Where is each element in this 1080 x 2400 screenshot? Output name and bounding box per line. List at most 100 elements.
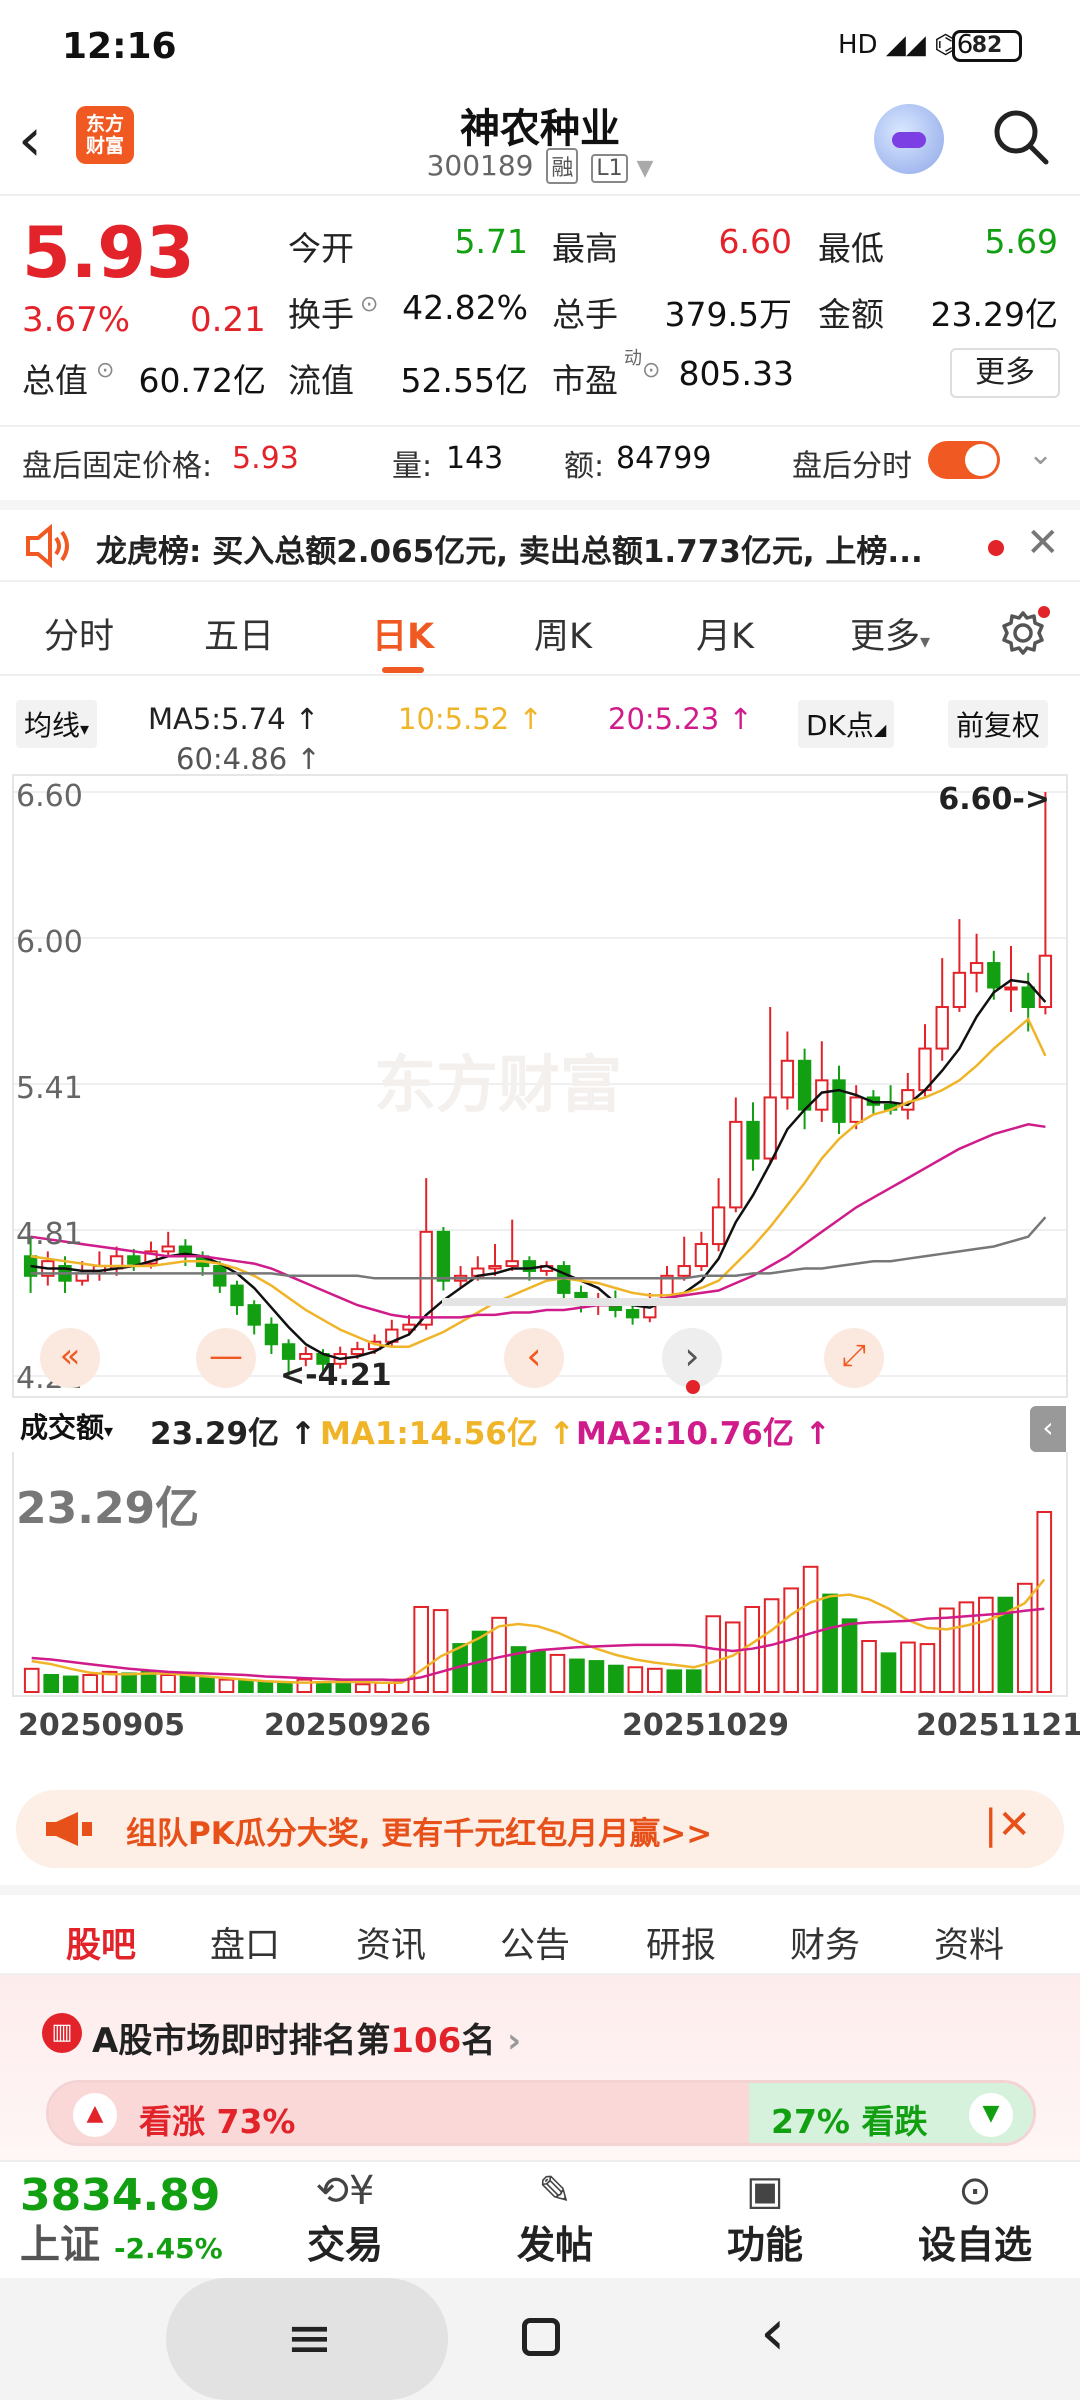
zoom-out-icon[interactable]: — — [196, 1328, 256, 1388]
scroll-left-icon[interactable]: ‹ — [504, 1328, 564, 1388]
high-label: 最高 — [552, 229, 618, 268]
candle-body — [625, 1309, 640, 1319]
dropdown-icon: ▾ — [104, 1421, 114, 1442]
post-button[interactable]: ✎ 发帖 — [480, 2168, 630, 2269]
after-hours-amt-label: 额: — [564, 449, 605, 484]
tab-timeshare[interactable]: 分时 — [44, 608, 114, 659]
tab-order-book[interactable]: 盘口 — [210, 1917, 280, 1968]
indicator-row: 均线▾ MA5:5.74 ↑ 10:5.52 ↑ 20:5.23 ↑ 60:4.… — [0, 690, 1080, 776]
after-hours-price-label: 盘后固定价格: — [22, 449, 213, 484]
tab-monthly-k[interactable]: 月K — [696, 608, 754, 659]
volume-bar — [1016, 1582, 1033, 1693]
volume-ma2: MA2:10.76亿 ↑ — [576, 1416, 831, 1452]
volume-bar — [199, 1677, 215, 1694]
tab-financials[interactable]: 财务 — [790, 1917, 860, 1968]
after-hours-toggle[interactable] — [928, 441, 1000, 479]
ma60-label: 60:4.86 ↑ — [176, 742, 321, 776]
pe-label: 市盈 — [552, 361, 618, 400]
candle-body — [849, 1096, 863, 1123]
volume-bar — [179, 1675, 196, 1694]
volume-bar — [919, 1643, 936, 1694]
candle-body — [488, 1265, 502, 1270]
settings-icon[interactable] — [998, 604, 1052, 658]
tab-five-day[interactable]: 五日 — [204, 608, 274, 659]
info-icon[interactable]: ⊙ — [360, 292, 378, 317]
close-icon[interactable]: |✕ — [984, 1802, 1031, 1848]
candle-body — [1004, 986, 1018, 991]
volume-bar — [705, 1615, 722, 1693]
volume-bar — [43, 1673, 60, 1693]
scroll-right-icon[interactable]: › — [662, 1328, 722, 1388]
volume-bar — [432, 1609, 449, 1693]
close-icon[interactable]: ✕ — [1026, 520, 1060, 566]
info-icon[interactable]: ⊙ — [642, 358, 660, 383]
chevron-down-icon: ▼ — [636, 156, 654, 181]
tab-announcements[interactable]: 公告 — [500, 1917, 570, 1968]
search-icon[interactable] — [990, 106, 1050, 166]
scroll-left-fast-icon[interactable]: « — [40, 1328, 100, 1388]
vote-up-label: 看涨 73% — [139, 2102, 296, 2141]
price-tick-label: 6.60 — [16, 779, 83, 814]
home-icon[interactable] — [522, 2318, 560, 2356]
ma20-label: 20:5.23 ↑ — [608, 702, 753, 736]
candle-body — [505, 1260, 519, 1268]
price-tick-label: 6.00 — [16, 925, 83, 960]
volume-bar — [82, 1673, 98, 1693]
assistant-avatar-icon[interactable] — [874, 104, 944, 174]
volume-label: 总手 — [552, 295, 618, 334]
dk-point-label: DK点 — [806, 709, 874, 742]
promo-banner[interactable]: 组队PK瓜分大奖, 更有千元红包月月赢>> |✕ — [16, 1790, 1064, 1868]
float-value: 52.55亿 — [400, 361, 528, 400]
news-ticker[interactable]: 龙虎榜: 买入总额2.065亿元, 卖出总额1.773亿元, 上榜... ✕ — [0, 500, 1080, 582]
candle-body — [127, 1255, 141, 1265]
change-percent: 3.67% — [22, 300, 131, 340]
price-tick-label: 4.81 — [16, 1217, 83, 1252]
volume-bar — [1036, 1511, 1053, 1693]
index-widget[interactable]: 3834.89 上证 -2.45% — [20, 2172, 223, 2274]
candlestick-chart[interactable]: 东方财富 6.606.005.414.814.21 6.60-> <-4.21 … — [12, 774, 1068, 1398]
candle-body — [230, 1284, 244, 1307]
volume-chart[interactable]: 23.29亿 — [12, 1452, 1068, 1697]
chart-badge-icon: ▥ — [42, 2013, 82, 2053]
fullscreen-icon[interactable]: ⤢ — [824, 1328, 884, 1388]
info-icon[interactable]: ⊙ — [96, 358, 114, 383]
adjust-button[interactable]: 前复权 — [948, 700, 1049, 748]
ma5-label: MA5:5.74 ↑ — [148, 702, 320, 736]
date-label: 20251029 — [622, 1708, 789, 1743]
index-value: 3834.89 — [20, 2170, 221, 2221]
trade-button[interactable]: ⟲¥ 交易 — [270, 2168, 420, 2269]
chevron-down-icon[interactable]: ⌄ — [1028, 437, 1053, 472]
tab-news[interactable]: 资讯 — [356, 1917, 426, 1968]
volume-bar — [62, 1675, 79, 1694]
volume-indicator-select[interactable]: 成交额▾ — [16, 1406, 118, 1446]
menu-icon[interactable]: ≡ — [286, 2306, 333, 2371]
after-hours-row: 盘后固定价格: 5.93 量: 143 额: 84799 盘后分时 ⌄ — [0, 425, 1080, 491]
volume-bar — [822, 1593, 838, 1694]
ma-type-select[interactable]: 均线▾ — [16, 700, 98, 748]
level-tag: L1 — [591, 154, 628, 183]
index-name: 上证 — [20, 2222, 100, 2268]
functions-button[interactable]: ▣ 功能 — [690, 2168, 840, 2269]
vote-up-button[interactable]: ▲ 看涨 73% — [49, 2083, 759, 2143]
collapse-panel-icon[interactable]: ‹ — [1030, 1406, 1066, 1452]
ranking-text[interactable]: A股市场即时排名第106名 › — [92, 2013, 521, 2062]
tab-forum[interactable]: 股吧 — [66, 1917, 136, 1984]
vote-down-button[interactable]: 27% 看跌 ▼ — [749, 2083, 1033, 2143]
date-axis: 20250905 20250926 20251029 20251121 — [12, 1700, 1080, 1748]
add-watchlist-button[interactable]: ⊙ 设自选 — [900, 2168, 1050, 2269]
candle-body — [952, 971, 967, 1009]
news-text: 龙虎榜: 买入总额2.065亿元, 卖出总额1.773亿元, 上榜... — [96, 534, 923, 570]
tab-research[interactable]: 研报 — [646, 1917, 716, 1968]
ma10-label: 10:5.52 ↑ — [398, 702, 543, 736]
tab-profile[interactable]: 资料 — [934, 1917, 1004, 1968]
tab-daily-k[interactable]: 日K — [372, 608, 434, 673]
dk-point-button[interactable]: DK点◢ — [798, 700, 895, 748]
ranking-suffix: 名 — [461, 2021, 496, 2061]
tab-more[interactable]: 更多▾ — [850, 608, 930, 659]
volume-bar — [647, 1667, 663, 1694]
current-price: 5.93 — [22, 212, 195, 294]
back-nav-icon[interactable]: ‹ — [760, 2296, 786, 2370]
more-button[interactable]: 更多 — [950, 348, 1060, 398]
tab-weekly-k[interactable]: 周K — [534, 608, 592, 659]
volume-bar — [978, 1596, 994, 1693]
